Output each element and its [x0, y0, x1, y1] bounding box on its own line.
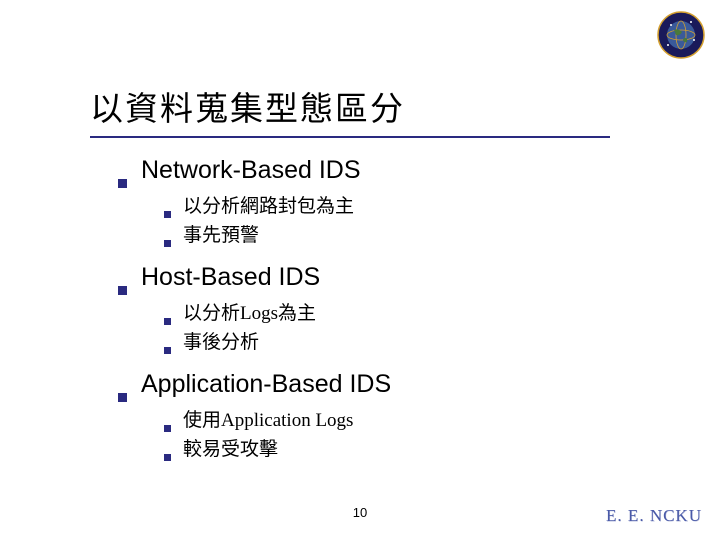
square-bullet-icon: [118, 179, 127, 188]
heading-text: Network-Based IDS: [141, 156, 361, 185]
square-bullet-icon: [118, 286, 127, 295]
square-bullet-icon: [164, 211, 171, 218]
title-underline: [90, 136, 610, 138]
bullet-level2: 使用Application Logs: [164, 405, 660, 432]
item-text: 較易受攻擊: [183, 434, 278, 461]
square-bullet-icon: [164, 347, 171, 354]
bullet-level2: 事先預警: [164, 220, 660, 247]
footer-org-text: E. E. NCKU: [606, 506, 702, 526]
item-text: 事後分析: [183, 327, 259, 354]
bullet-level2: 以分析Logs為主: [164, 298, 660, 325]
heading-text: Application-Based IDS: [141, 370, 391, 399]
item-text: 以分析網路封包為主: [183, 191, 354, 218]
bullet-level1: Network-Based IDS: [118, 156, 660, 185]
bullet-level2: 事後分析: [164, 327, 660, 354]
square-bullet-icon: [164, 318, 171, 325]
bullet-level2: 較易受攻擊: [164, 434, 660, 461]
item-text: 使用Application Logs: [183, 405, 353, 432]
square-bullet-icon: [164, 425, 171, 432]
bullet-level1: Host-Based IDS: [118, 263, 660, 292]
slide-content: Network-Based IDS 以分析網路封包為主 事先預警 Host-Ba…: [118, 156, 660, 477]
item-text: 以分析Logs為主: [183, 298, 316, 325]
globe-logo-icon: [656, 10, 706, 60]
heading-text: Host-Based IDS: [141, 263, 320, 292]
bullet-level2: 以分析網路封包為主: [164, 191, 660, 218]
square-bullet-icon: [118, 393, 127, 402]
square-bullet-icon: [164, 240, 171, 247]
square-bullet-icon: [164, 454, 171, 461]
bullet-level1: Application-Based IDS: [118, 370, 660, 399]
slide-title: 以資料蒐集型態區分: [90, 82, 640, 136]
item-text: 事先預警: [183, 220, 259, 247]
